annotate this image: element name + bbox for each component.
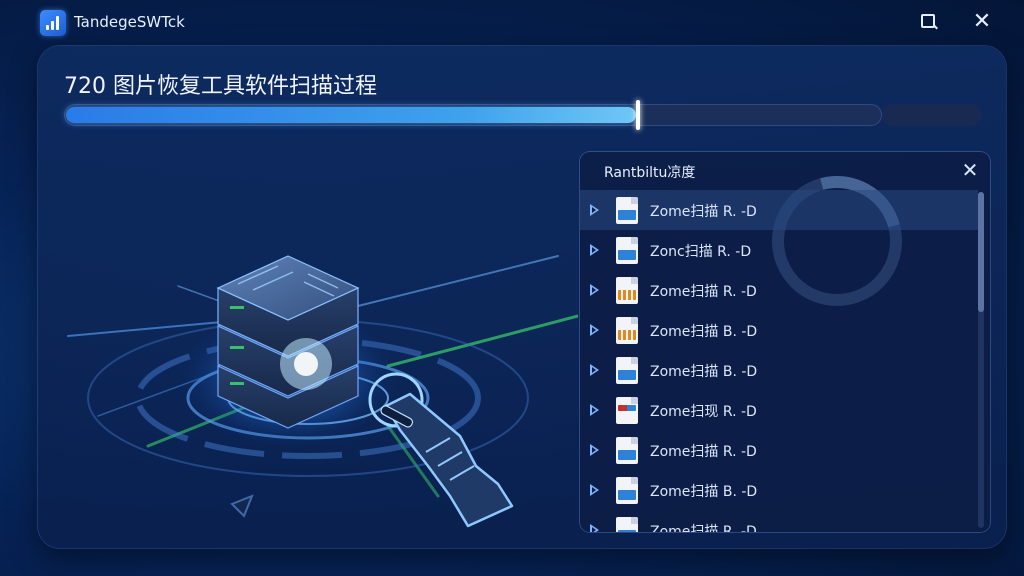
image-file-icon — [616, 197, 638, 224]
file-list: Zome扫描 R. -D Zonc扫描 R. -D Zome扫描 R. -D Zome… — [580, 190, 978, 532]
scan-results-panel: Rantbiltu凉度 ✕ Zome扫描 R. -D Zonc扫描 R. -D Zo… — [580, 152, 990, 532]
play-icon[interactable] — [590, 404, 599, 416]
image-file-icon — [616, 237, 638, 264]
file-row[interactable]: Zome扫描 R. -D — [580, 510, 978, 532]
file-row[interactable]: Zome扫现 R. -D — [580, 390, 978, 430]
file-row[interactable]: Zome扫描 B. -D — [580, 350, 978, 390]
server-stack-icon — [216, 255, 360, 429]
title-bar: TandegeSWTck ✕ — [0, 0, 1024, 44]
image-file-icon — [616, 357, 638, 384]
file-name: Zome扫描 R. -D — [650, 444, 757, 460]
scan-progress-bar — [64, 100, 882, 130]
file-name: Zome扫现 R. -D — [650, 404, 757, 420]
panel-scrollbar[interactable] — [978, 192, 984, 528]
maximize-button[interactable] — [914, 8, 942, 36]
page-title: 720 图片恢复工具软件扫描过程 — [64, 74, 377, 99]
file-name: Zome扫描 R. -D — [650, 524, 757, 532]
image-file-icon — [616, 317, 638, 344]
image-file-icon — [616, 477, 638, 504]
play-icon[interactable] — [590, 364, 599, 376]
file-name: Zonc扫描 R. -D — [650, 244, 752, 260]
play-icon[interactable] — [590, 244, 599, 256]
play-icon[interactable] — [590, 484, 599, 496]
file-name: Zome扫描 B. -D — [650, 324, 758, 340]
play-icon[interactable] — [590, 204, 599, 216]
close-button[interactable]: ✕ — [968, 8, 996, 36]
file-name: Zome扫描 R. -D — [650, 204, 757, 220]
file-row[interactable]: Zome扫描 R. -D — [580, 430, 978, 470]
play-icon[interactable] — [590, 324, 599, 336]
play-icon[interactable] — [590, 524, 599, 532]
file-name: Zome扫描 B. -D — [650, 484, 758, 500]
play-icon[interactable] — [590, 444, 599, 456]
image-file-icon — [616, 397, 638, 424]
play-icon[interactable] — [590, 284, 599, 296]
cursor-arrow-icon — [230, 494, 254, 518]
file-row[interactable]: Zome扫描 B. -D — [580, 470, 978, 510]
panel-title: Rantbiltu凉度 — [604, 165, 696, 181]
file-name: Zome扫描 B. -D — [650, 364, 758, 380]
file-name: Zome扫描 R. -D — [650, 284, 757, 300]
app-logo-icon — [40, 10, 66, 36]
progress-track-extension — [882, 104, 982, 126]
progress-marker[interactable] — [636, 100, 640, 130]
image-file-icon — [616, 517, 638, 532]
image-file-icon — [616, 437, 638, 464]
main-card: 720 图片恢复工具软件扫描过程 Rantbiltu凉度 ✕ Zome扫描 R.… — [38, 46, 1006, 548]
file-row[interactable]: Zonc扫描 R. -D — [580, 230, 978, 270]
file-row[interactable]: Zome扫描 B. -D — [580, 310, 978, 350]
file-row[interactable]: Zome扫描 R. -D — [580, 270, 978, 310]
progress-fill — [66, 107, 636, 123]
file-row[interactable]: Zome扫描 R. -D — [580, 190, 978, 230]
app-title: TandegeSWTck — [74, 13, 185, 31]
scroll-thumb[interactable] — [978, 192, 984, 312]
panel-close-button[interactable]: ✕ — [958, 158, 982, 182]
panel-header: Rantbiltu凉度 ✕ — [580, 152, 990, 188]
scan-illustration — [67, 255, 578, 528]
image-file-icon — [616, 277, 638, 304]
